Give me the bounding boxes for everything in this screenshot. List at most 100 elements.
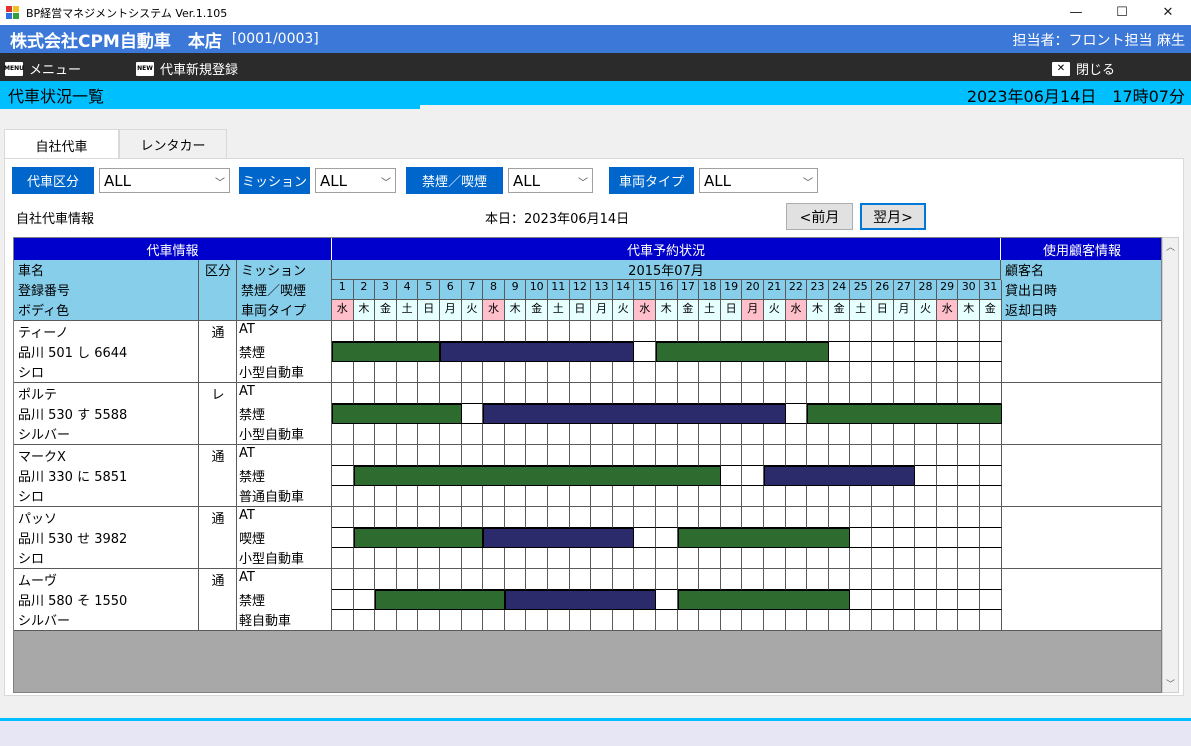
booking-bar[interactable]	[483, 528, 635, 548]
schedule-cell[interactable]	[915, 383, 937, 404]
schedule-cell[interactable]	[742, 507, 764, 528]
schedule-cell[interactable]	[634, 383, 656, 404]
schedule-cell[interactable]	[332, 548, 354, 569]
schedule-cell[interactable]	[850, 383, 872, 404]
schedule-cell[interactable]	[612, 610, 635, 631]
schedule-cell[interactable]	[656, 424, 678, 445]
schedule-cell[interactable]	[764, 569, 786, 590]
schedule-cell[interactable]	[893, 341, 916, 363]
schedule-cell[interactable]	[828, 321, 851, 342]
schedule-cell[interactable]	[396, 610, 419, 631]
schedule-cell[interactable]	[526, 445, 548, 466]
schedule-cell[interactable]	[742, 610, 764, 631]
schedule-cell[interactable]	[893, 527, 916, 549]
schedule-cell[interactable]	[483, 507, 505, 528]
schedule-cell[interactable]	[375, 486, 397, 507]
schedule-cell[interactable]	[375, 445, 397, 466]
schedule-cell[interactable]	[634, 445, 656, 466]
schedule-cell[interactable]	[634, 548, 656, 569]
schedule-cell[interactable]	[893, 321, 916, 342]
schedule-cell[interactable]	[591, 569, 613, 590]
schedule-cell[interactable]	[440, 383, 462, 404]
schedule-cell[interactable]	[332, 486, 354, 507]
schedule-cell[interactable]	[850, 589, 872, 611]
schedule-cell[interactable]	[461, 321, 484, 342]
schedule-cell[interactable]	[980, 445, 1002, 466]
maximize-button[interactable]: ☐	[1099, 0, 1145, 25]
schedule-cell[interactable]	[958, 527, 980, 549]
schedule-cell[interactable]	[483, 362, 505, 383]
schedule-cell[interactable]	[396, 569, 419, 590]
schedule-cell[interactable]	[504, 569, 527, 590]
schedule-cell[interactable]	[980, 321, 1002, 342]
schedule-cell[interactable]	[461, 445, 484, 466]
schedule-cell[interactable]	[656, 569, 678, 590]
booking-bar[interactable]	[764, 466, 916, 486]
schedule-cell[interactable]	[634, 424, 656, 445]
schedule-cell[interactable]	[720, 507, 743, 528]
schedule-cell[interactable]	[980, 507, 1002, 528]
schedule-cell[interactable]	[980, 383, 1002, 404]
scroll-up-icon[interactable]: ︿	[1163, 238, 1178, 255]
schedule-cell[interactable]	[828, 362, 851, 383]
schedule-cell[interactable]	[526, 548, 548, 569]
schedule-cell[interactable]	[742, 486, 764, 507]
schedule-cell[interactable]	[569, 383, 592, 404]
schedule-cell[interactable]	[850, 445, 872, 466]
schedule-cell[interactable]	[764, 321, 786, 342]
schedule-cell[interactable]	[353, 321, 376, 342]
schedule-cell[interactable]	[332, 610, 354, 631]
schedule-cell[interactable]	[353, 362, 376, 383]
schedule-cell[interactable]	[418, 548, 440, 569]
schedule-cell[interactable]	[375, 569, 397, 590]
schedule-cell[interactable]	[418, 424, 440, 445]
schedule-cell[interactable]	[634, 321, 656, 342]
schedule-cell[interactable]	[807, 569, 829, 590]
schedule-cell[interactable]	[569, 424, 592, 445]
schedule-cell[interactable]	[396, 507, 419, 528]
schedule-cell[interactable]	[936, 527, 959, 549]
schedule-cell[interactable]	[785, 486, 808, 507]
schedule-cell[interactable]	[677, 383, 700, 404]
booking-bar[interactable]	[353, 466, 721, 486]
schedule-cell[interactable]	[742, 465, 764, 487]
scroll-down-icon[interactable]: ﹀	[1163, 675, 1178, 692]
schedule-cell[interactable]	[656, 362, 678, 383]
schedule-cell[interactable]	[440, 321, 462, 342]
schedule-cell[interactable]	[656, 527, 678, 549]
schedule-cell[interactable]	[483, 486, 505, 507]
booking-bar[interactable]	[677, 590, 851, 610]
schedule-cell[interactable]	[850, 610, 872, 631]
schedule-cell[interactable]	[699, 424, 721, 445]
schedule-cell[interactable]	[958, 507, 980, 528]
schedule-cell[interactable]	[634, 610, 656, 631]
schedule-cell[interactable]	[677, 507, 700, 528]
schedule-cell[interactable]	[634, 362, 656, 383]
schedule-cell[interactable]	[526, 424, 548, 445]
schedule-cell[interactable]	[785, 424, 808, 445]
schedule-cell[interactable]	[504, 486, 527, 507]
schedule-cell[interactable]	[483, 321, 505, 342]
schedule-cell[interactable]	[915, 362, 937, 383]
schedule-cell[interactable]	[764, 486, 786, 507]
schedule-cell[interactable]	[440, 569, 462, 590]
schedule-cell[interactable]	[591, 321, 613, 342]
schedule-cell[interactable]	[828, 548, 851, 569]
schedule-cell[interactable]	[375, 424, 397, 445]
schedule-cell[interactable]	[936, 548, 959, 569]
schedule-cell[interactable]	[332, 589, 354, 611]
schedule-cell[interactable]	[915, 445, 937, 466]
schedule-cell[interactable]	[915, 465, 937, 487]
schedule-cell[interactable]	[785, 403, 808, 425]
schedule-cell[interactable]	[915, 321, 937, 342]
schedule-cell[interactable]	[569, 507, 592, 528]
schedule-cell[interactable]	[656, 548, 678, 569]
schedule-cell[interactable]	[440, 445, 462, 466]
schedule-cell[interactable]	[526, 362, 548, 383]
schedule-cell[interactable]	[591, 383, 613, 404]
schedule-cell[interactable]	[893, 383, 916, 404]
schedule-cell[interactable]	[958, 610, 980, 631]
vertical-scrollbar[interactable]: ︿ ﹀	[1162, 237, 1179, 693]
schedule-cell[interactable]	[742, 569, 764, 590]
vehicle-type-select[interactable]: ALL ﹀	[699, 168, 818, 193]
